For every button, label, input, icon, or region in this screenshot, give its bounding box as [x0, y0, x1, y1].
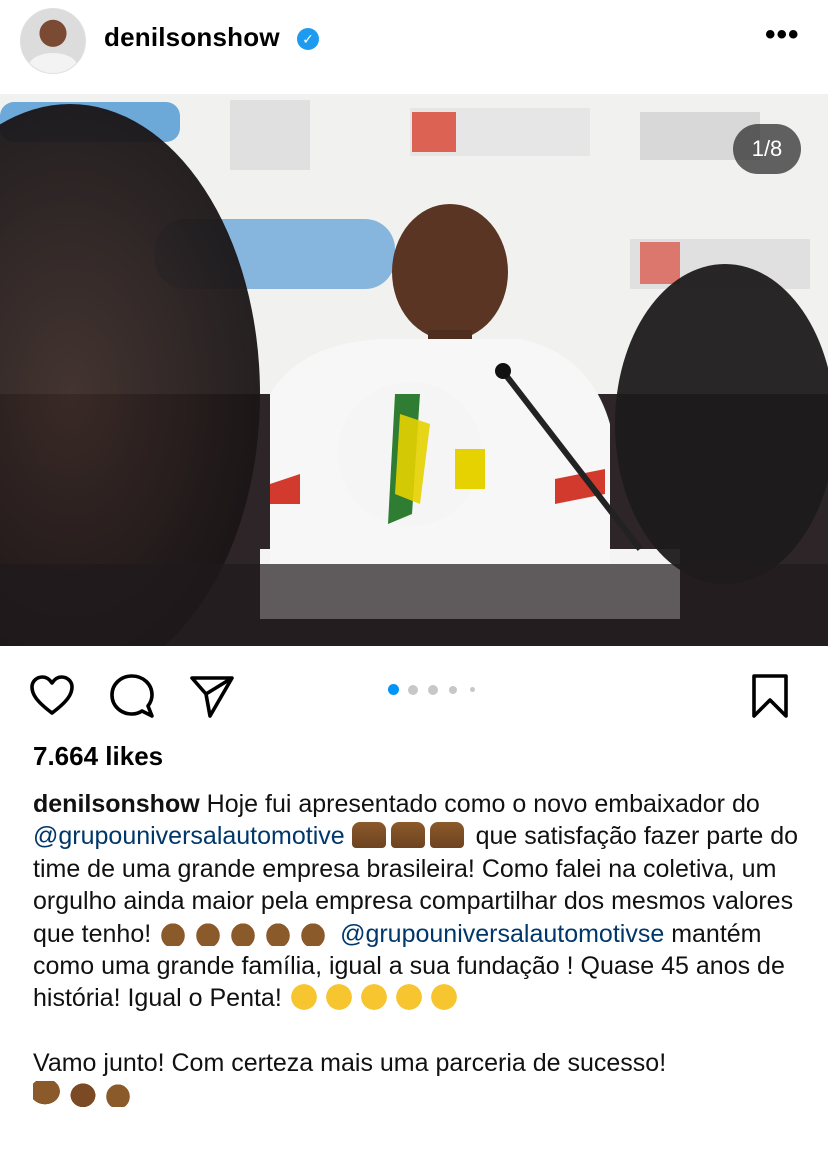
verified-badge-icon: ✓ — [297, 28, 319, 50]
press-conference-photo — [0, 94, 828, 646]
post-header: denilsonshow ✓ ••• — [0, 0, 828, 92]
oncoming-fist-emoji — [68, 1081, 98, 1108]
tears-of-joy-emoji — [358, 982, 389, 1013]
raised-hands-emoji — [390, 822, 425, 849]
post-username[interactable]: denilsonshow — [104, 22, 280, 53]
carousel-dot-active — [388, 684, 399, 695]
caption-text: Hoje fui apresentado como o novo embaixa… — [199, 790, 760, 818]
share-icon[interactable] — [188, 672, 236, 720]
more-options-icon[interactable]: ••• — [765, 18, 800, 52]
clapping-hands-emoji — [193, 919, 224, 946]
tears-of-joy-emoji — [323, 982, 354, 1013]
clapping-hands-emoji — [298, 919, 329, 946]
clapping-hands-emoji — [103, 1081, 133, 1108]
clapping-hands-emoji — [263, 919, 294, 946]
carousel-dot — [428, 685, 438, 695]
flexed-biceps-emoji — [33, 1081, 63, 1108]
carousel-dot — [408, 685, 418, 695]
likes-count[interactable]: 7.664 likes — [33, 741, 163, 772]
tears-of-joy-emoji — [428, 982, 459, 1013]
mention-link[interactable]: @grupouniversalautomotive — [33, 822, 345, 850]
clapping-hands-emoji — [158, 919, 189, 946]
caption-author[interactable]: denilsonshow — [33, 790, 200, 818]
tears-of-joy-emoji — [393, 982, 424, 1013]
heart-icon[interactable] — [28, 672, 76, 720]
post-caption: denilsonshow Hoje fui apresentado como o… — [33, 788, 803, 1112]
avatar[interactable] — [20, 8, 86, 74]
tears-of-joy-emoji — [288, 982, 319, 1013]
carousel-counter: 1/8 — [733, 124, 801, 174]
comment-icon[interactable] — [108, 672, 156, 720]
mention-link[interactable]: @grupouniversalautomotivse — [340, 920, 664, 948]
caption-text: Vamo junto! Com certeza mais uma parceri… — [33, 1048, 667, 1077]
bookmark-icon[interactable] — [746, 672, 794, 720]
raised-hands-emoji — [351, 822, 386, 849]
raised-hands-emoji — [429, 822, 464, 849]
carousel-dot — [470, 687, 475, 692]
post-image[interactable] — [0, 94, 828, 646]
clapping-hands-emoji — [228, 919, 259, 946]
carousel-dot — [449, 686, 457, 694]
